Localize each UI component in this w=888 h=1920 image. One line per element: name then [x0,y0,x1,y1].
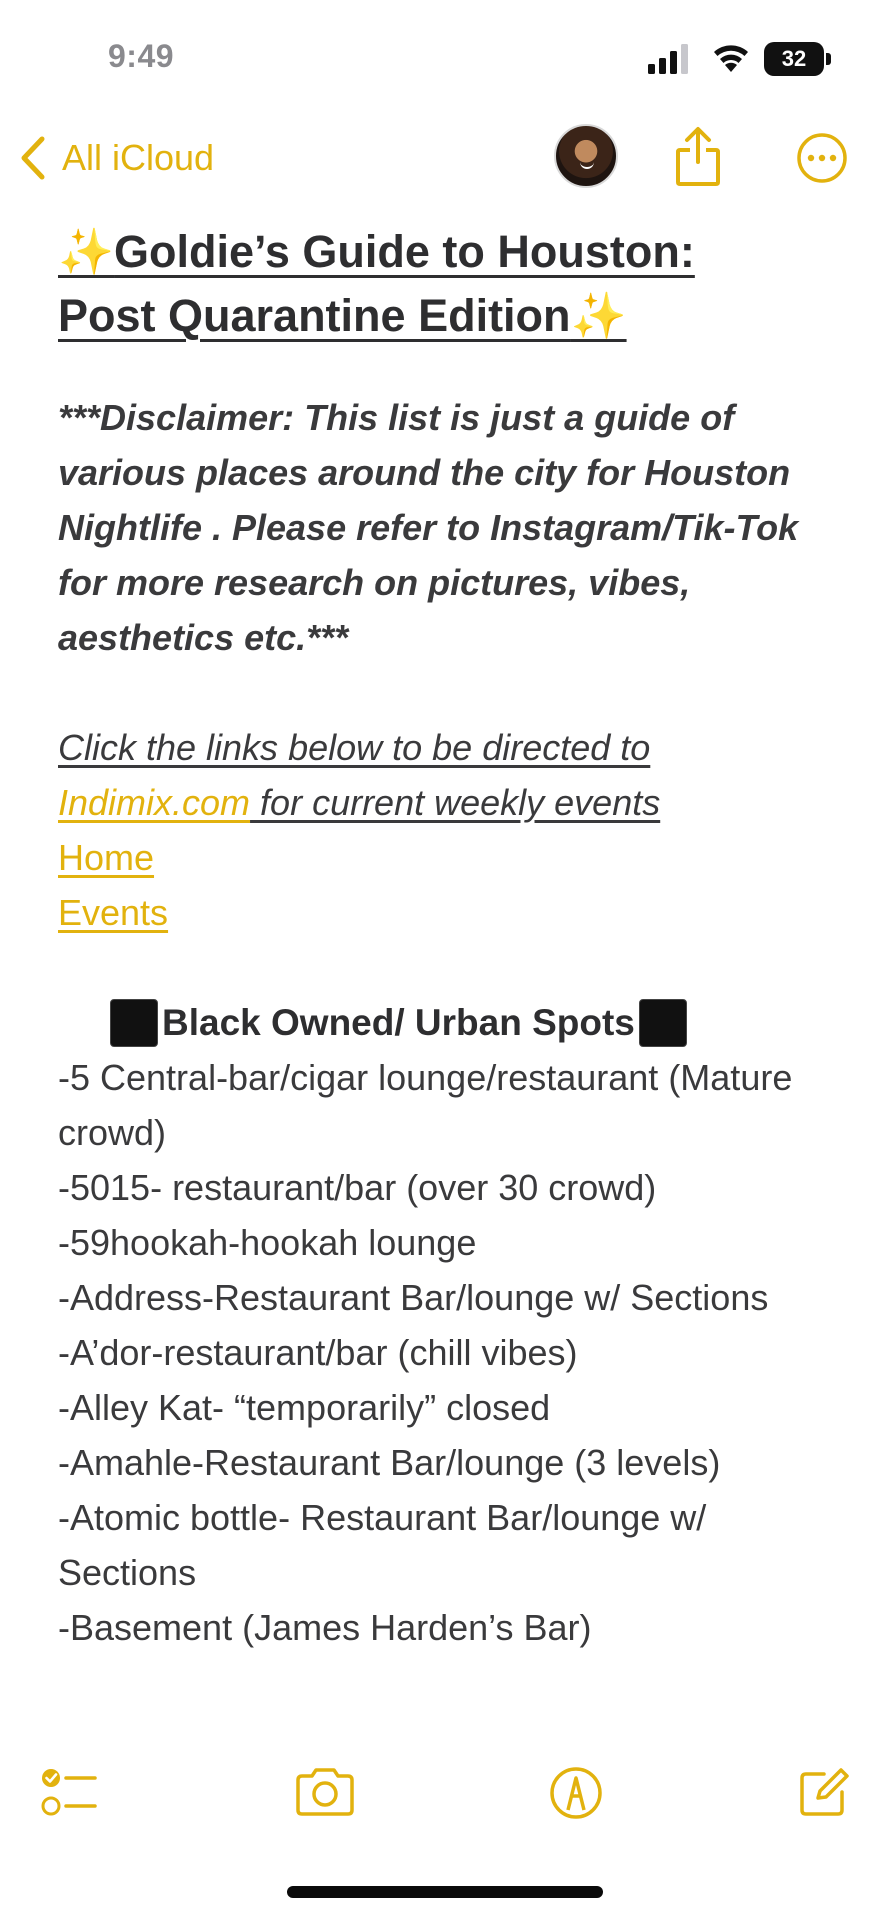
note-title: ✨Goldie’s Guide to Houston: Post Quarant… [58,220,838,348]
note-title-line1: Goldie’s Guide to Houston: [114,226,695,277]
avatar-face [580,162,594,169]
nav-bar: All iCloud [0,120,888,200]
sparkles-icon: ✨ [58,226,115,277]
status-time: 9:49 [108,38,175,74]
back-button[interactable]: All iCloud [18,130,214,186]
sparkles-icon: ✨ [570,290,627,341]
chevron-left-icon [21,136,45,180]
camera-icon[interactable] [294,1766,356,1818]
list-item: -Amahle-Restaurant Bar/lounge (3 levels) [58,1442,721,1483]
cellular-signal-icon [648,44,688,74]
note-title-line2: Post Quarantine Edition [58,290,571,341]
black-square-icon [110,998,158,1047]
bottom-toolbar [0,1740,888,1850]
home-indicator[interactable] [287,1886,603,1898]
home-link[interactable]: Home [58,837,154,878]
disclaimer-text: ***Disclaimer: This list is just a guide… [58,397,799,658]
list-item: -5015- restaurant/bar (over 30 crowd) [58,1167,657,1208]
battery-level: 32 [764,42,824,76]
note-body[interactable]: ✨Goldie’s Guide to Houston: Post Quarant… [58,220,858,1655]
checklist-icon[interactable] [40,1766,98,1820]
compose-icon[interactable] [796,1766,850,1820]
status-bar: 9:49 32 [0,0,888,120]
list-item: -A’dor-restaurant/bar (chill vibes) [58,1332,578,1373]
links-intro-text-end: for current weekly events [250,782,661,823]
avatar[interactable] [554,124,618,188]
more-icon[interactable] [796,132,848,184]
list-item: -5 Central-bar/cigar lounge/restaurant (… [58,1057,793,1153]
back-button-label: All iCloud [62,137,215,178]
links-intro-text: Click the links below to be directed to [58,727,651,768]
links-intro: Click the links below to be directed to … [58,720,828,830]
markup-icon[interactable] [549,1766,603,1820]
battery-tip [826,53,831,65]
indimix-link[interactable]: Indimix.com [58,782,250,823]
section-heading-label: Black Owned/ Urban Spots [162,1002,635,1043]
list-item: -Atomic bottle- Restaurant Bar/lounge w/… [58,1497,707,1593]
list-item: -Basement (James Harden’s Bar) [58,1607,592,1648]
battery-icon: 32 [764,42,832,76]
list-item: -59hookah-hookah lounge [58,1222,477,1263]
wifi-icon [714,45,748,72]
black-square-icon [638,998,687,1047]
home-link-line: Home [58,830,858,885]
events-link[interactable]: Events [58,892,168,933]
share-icon[interactable] [674,126,722,188]
spots-list: -5 Central-bar/cigar lounge/restaurant (… [58,1050,848,1655]
list-item: -Alley Kat- “temporarily” closed [58,1387,551,1428]
events-link-line: Events [58,885,858,940]
section-heading: Black Owned/ Urban Spots [110,995,858,1050]
list-item: -Address-Restaurant Bar/lounge w/ Sectio… [58,1277,769,1318]
